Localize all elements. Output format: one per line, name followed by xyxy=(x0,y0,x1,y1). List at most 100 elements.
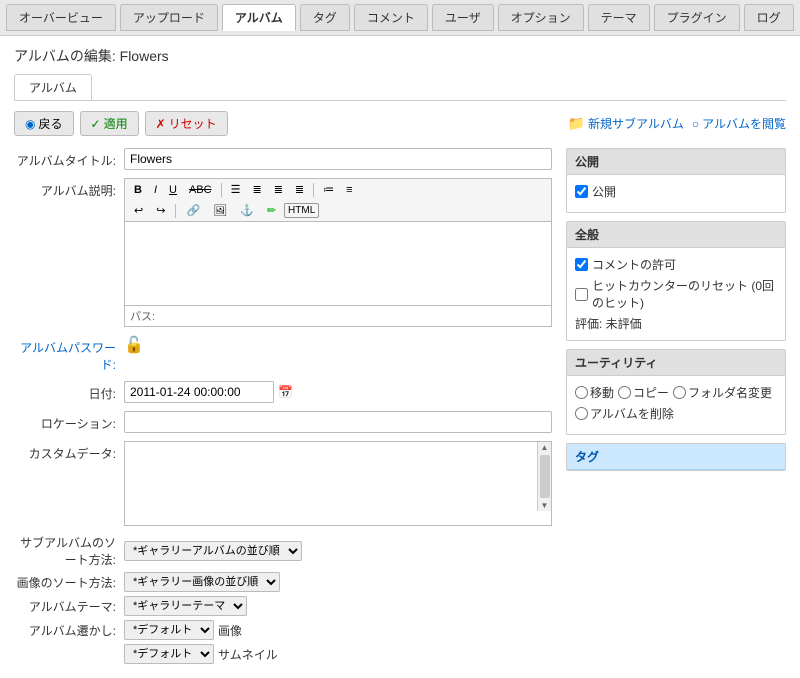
location-row: ロケーション: xyxy=(14,411,552,433)
album-theme-label: アルバムテーマ: xyxy=(14,598,124,615)
hit-reset-checkbox[interactable] xyxy=(575,288,588,301)
utilities-body: 移動 コピー フォルダ名変更 xyxy=(567,376,785,434)
nav-tab-overview[interactable]: オーバービュー xyxy=(6,4,116,31)
toolbar-link[interactable]: 🔗 xyxy=(181,202,205,219)
sub-sort-select[interactable]: *ギャラリーアルバムの並び順 xyxy=(124,541,302,561)
location-label: ロケーション: xyxy=(14,411,124,432)
custom-data-wrap: ▲ ▼ xyxy=(124,441,552,526)
date-input[interactable] xyxy=(124,381,274,403)
date-input-row: 📅 xyxy=(124,381,552,403)
comment-checkbox[interactable] xyxy=(575,258,588,271)
date-row: 日付: 📅 xyxy=(14,381,552,403)
rename-label: フォルダ名変更 xyxy=(688,384,772,401)
toolbar-list-ul[interactable]: ≡ xyxy=(341,182,357,198)
hit-reset-row: ヒットカウンターのリセット (0回のヒット) xyxy=(575,277,777,311)
browse-album-button[interactable]: ○ アルバムを閲覧 xyxy=(692,115,786,132)
nav-tab-theme[interactable]: テーマ xyxy=(588,4,650,31)
move-radio-label[interactable]: 移動 xyxy=(575,384,614,401)
main-layout: アルバムタイトル: アルバム説明: B I U ABC ☰ xyxy=(14,148,786,668)
apply-button[interactable]: ✓ 適用 xyxy=(80,111,139,136)
custom-data-field: ▲ ▼ xyxy=(124,441,552,526)
password-row: アルバムパスワード: 🔓 xyxy=(14,335,552,373)
delete-radio-label[interactable]: アルバムを削除 xyxy=(575,405,674,422)
image-sort-row: 画像のソート方法: *ギャラリー画像の並び順 xyxy=(14,572,552,592)
nav-tab-options[interactable]: オプション xyxy=(498,4,584,31)
copy-radio[interactable] xyxy=(618,386,631,399)
album-theme-row: アルバムテーマ: *ギャラリーテーマ xyxy=(14,596,552,616)
toolbar-strike[interactable]: ABC xyxy=(184,182,217,198)
album-title-label: アルバムタイトル: xyxy=(14,148,124,169)
utilities-header: ユーティリティ xyxy=(567,350,785,376)
move-radio[interactable] xyxy=(575,386,588,399)
copy-radio-label[interactable]: コピー xyxy=(618,384,669,401)
tags-box: タグ xyxy=(566,443,786,471)
apply-label: 適用 xyxy=(104,115,128,132)
toolbar-align-left[interactable]: ☰ xyxy=(226,181,246,198)
toolbar-bold[interactable]: B xyxy=(129,182,147,198)
nav-tab-tag[interactable]: タグ xyxy=(300,4,350,31)
publish-check-row: 公開 xyxy=(575,183,777,200)
album-title-row: アルバムタイトル: xyxy=(14,148,552,170)
custom-data-textarea[interactable] xyxy=(125,442,551,522)
toolbar-underline[interactable]: U xyxy=(164,182,182,198)
thumbnail-label: サムネイル xyxy=(218,646,278,663)
calendar-icon[interactable]: 📅 xyxy=(278,385,293,399)
comment-check-label: コメントの許可 xyxy=(592,256,676,273)
thumbnail-select[interactable]: *デフォルト xyxy=(124,644,214,664)
publish-checkbox[interactable] xyxy=(575,185,588,198)
toolbar-color[interactable]: ✏ xyxy=(262,202,281,219)
toolbar-align-center[interactable]: ≣ xyxy=(247,181,266,198)
toolbar-redo[interactable]: ↪ xyxy=(151,202,170,219)
delete-radio[interactable] xyxy=(575,407,588,420)
location-field xyxy=(124,411,552,433)
toolbar-align-justify[interactable]: ≣ xyxy=(290,181,309,198)
action-right: 📁 新規サブアルバム ○ アルバムを閲覧 xyxy=(568,115,786,132)
rename-radio[interactable] xyxy=(673,386,686,399)
nav-tab-upload[interactable]: アップロード xyxy=(120,4,218,31)
password-label: アルバムパスワード: xyxy=(14,335,124,373)
nav-tab-comment[interactable]: コメント xyxy=(354,4,428,31)
thumbnail-row: *デフォルト サムネイル xyxy=(14,644,552,664)
album-display-image-label: 画像 xyxy=(218,622,242,639)
album-theme-select[interactable]: *ギャラリーテーマ xyxy=(124,596,247,616)
nav-tab-user[interactable]: ユーザ xyxy=(432,4,494,31)
toolbar-sep-1 xyxy=(221,183,222,197)
toolbar-sep-3 xyxy=(175,204,176,218)
reset-button[interactable]: ✗ リセット xyxy=(145,111,228,136)
scroll-up-icon[interactable]: ▲ xyxy=(540,442,550,453)
folder-icon: 📁 xyxy=(568,115,585,132)
date-label: 日付: xyxy=(14,381,124,402)
page-title: アルバムの編集: Flowers xyxy=(14,46,786,66)
nav-tab-plugin[interactable]: プラグイン xyxy=(654,4,740,31)
delete-label: アルバムを削除 xyxy=(590,405,674,422)
toolbar-image[interactable]: 🖼 xyxy=(208,202,232,219)
description-textarea[interactable] xyxy=(125,222,551,302)
album-title-input[interactable] xyxy=(124,148,552,170)
location-input[interactable] xyxy=(124,411,552,433)
nav-tab-album[interactable]: アルバム xyxy=(222,4,296,31)
nav-tab-log[interactable]: ログ xyxy=(744,4,794,31)
custom-data-row: カスタムデータ: ▲ ▼ xyxy=(14,441,552,526)
reset-label: リセット xyxy=(169,115,217,132)
album-display-row: アルバム遷かし: *デフォルト 画像 xyxy=(14,620,552,640)
sub-tab-album[interactable]: アルバム xyxy=(14,74,92,100)
toolbar-align-right[interactable]: ≣ xyxy=(269,181,288,198)
scroll-down-icon[interactable]: ▼ xyxy=(540,500,550,511)
toolbar-italic[interactable]: I xyxy=(149,182,162,198)
back-button[interactable]: ◉ 戻る xyxy=(14,111,74,136)
general-header: 全般 xyxy=(567,222,785,248)
move-label: 移動 xyxy=(590,384,614,401)
rename-radio-label[interactable]: フォルダ名変更 xyxy=(673,384,772,401)
image-sort-select[interactable]: *ギャラリー画像の並び順 xyxy=(124,572,280,592)
left-panel: アルバムタイトル: アルバム説明: B I U ABC ☰ xyxy=(14,148,552,668)
toolbar-html[interactable]: HTML xyxy=(284,203,319,218)
new-subalbum-button[interactable]: 📁 新規サブアルバム xyxy=(568,115,684,132)
toolbar-list-ol[interactable]: ≔ xyxy=(318,181,339,198)
toolbar-undo[interactable]: ↩ xyxy=(129,202,148,219)
editor-toolbar-1: B I U ABC ☰ ≣ ≣ ≣ ≔ ≡ xyxy=(124,178,552,200)
path-bar: パス: xyxy=(124,306,552,327)
album-desc-label: アルバム説明: xyxy=(14,178,124,199)
browse-album-label: アルバムを閲覧 xyxy=(702,115,786,132)
album-display-select[interactable]: *デフォルト xyxy=(124,620,214,640)
toolbar-anchor[interactable]: ⚓ xyxy=(235,202,259,219)
